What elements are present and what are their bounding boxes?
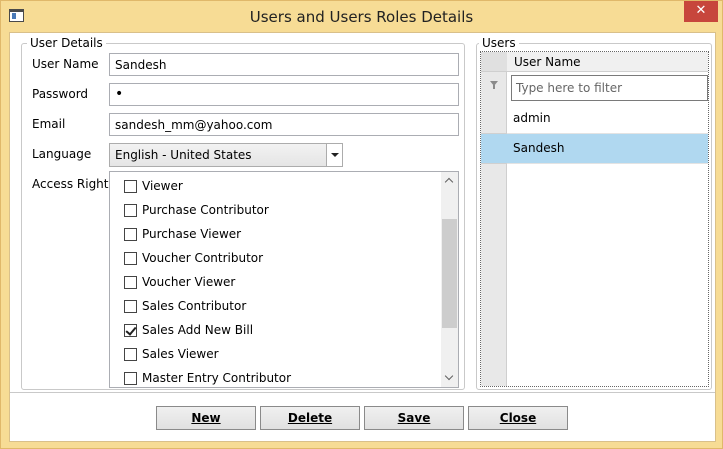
app-window: Users and Users Roles Details ✕ User Det… xyxy=(0,0,723,449)
language-select[interactable]: English - United States xyxy=(109,143,343,167)
grid-row-header-column xyxy=(481,52,507,386)
access-right-label: Voucher Viewer xyxy=(142,275,236,289)
window-title: Users and Users Roles Details xyxy=(249,8,474,26)
user-details-legend: User Details xyxy=(27,36,106,50)
checkbox-icon[interactable] xyxy=(124,180,137,193)
grid-row-header[interactable] xyxy=(481,134,507,164)
checkbox-checked-icon[interactable] xyxy=(124,324,137,337)
access-rights-label: Access Rights xyxy=(32,177,115,191)
language-selected-value: English - United States xyxy=(115,148,252,162)
scroll-thumb[interactable] xyxy=(442,219,457,328)
access-rights-scrollbar[interactable] xyxy=(441,172,458,387)
table-row[interactable]: admin xyxy=(507,104,708,134)
new-button[interactable]: New xyxy=(156,406,256,430)
user-filter-input[interactable]: Type here to filter xyxy=(511,75,708,101)
access-right-label: Purchase Viewer xyxy=(142,227,242,241)
checkbox-icon[interactable] xyxy=(124,348,137,361)
access-right-label: Master Entry Contributor xyxy=(142,371,292,385)
email-input[interactable]: sandesh_mm@yahoo.com xyxy=(109,113,459,136)
users-group: Users User Name Type here to filter admi… xyxy=(476,36,712,390)
button-bar: New Delete Save Close xyxy=(10,392,715,441)
checkbox-icon[interactable] xyxy=(124,252,137,265)
access-right-label: Sales Add New Bill xyxy=(142,323,254,337)
access-right-label: Voucher Contributor xyxy=(142,251,264,265)
close-button[interactable]: Close xyxy=(468,406,568,430)
password-label: Password xyxy=(32,87,89,101)
access-right-label: Sales Viewer xyxy=(142,347,219,361)
access-right-label: Sales Contributor xyxy=(142,299,247,313)
language-label: Language xyxy=(32,147,92,161)
title-bar[interactable]: Users and Users Roles Details ✕ xyxy=(1,1,722,32)
email-label: Email xyxy=(32,117,66,131)
user-name-column-header[interactable]: User Name xyxy=(507,52,708,72)
users-legend: Users xyxy=(479,36,519,50)
grid-row-header[interactable] xyxy=(481,104,507,134)
table-row[interactable]: Sandesh xyxy=(507,134,708,164)
filter-icon xyxy=(490,81,498,89)
chevron-down-icon[interactable] xyxy=(326,144,342,166)
save-button[interactable]: Save xyxy=(364,406,464,430)
scroll-down-arrow-icon[interactable] xyxy=(441,370,458,387)
checkbox-icon[interactable] xyxy=(124,372,137,385)
client-area: User Details User Name Sandesh Password … xyxy=(9,32,716,442)
checkbox-icon[interactable] xyxy=(124,228,137,241)
checkbox-icon[interactable] xyxy=(124,204,137,217)
checkbox-icon[interactable] xyxy=(124,300,137,313)
grid-corner xyxy=(481,52,507,72)
checkbox-icon[interactable] xyxy=(124,276,137,289)
password-input[interactable]: • xyxy=(109,83,459,106)
user-name-input[interactable]: Sandesh xyxy=(109,53,459,76)
user-details-group: User Details User Name Sandesh Password … xyxy=(21,36,465,390)
access-rights-list[interactable]: Viewer Purchase Contributor Purchase Viewe… xyxy=(109,171,459,388)
window-close-button[interactable]: ✕ xyxy=(684,1,718,22)
scroll-up-arrow-icon[interactable] xyxy=(441,172,458,189)
delete-button[interactable]: Delete xyxy=(260,406,360,430)
access-right-label: Viewer xyxy=(142,179,183,193)
users-grid[interactable]: User Name Type here to filter admin Sande… xyxy=(480,51,709,387)
close-icon: ✕ xyxy=(695,3,707,18)
access-right-label: Purchase Contributor xyxy=(142,203,269,217)
user-name-label: User Name xyxy=(32,57,99,71)
